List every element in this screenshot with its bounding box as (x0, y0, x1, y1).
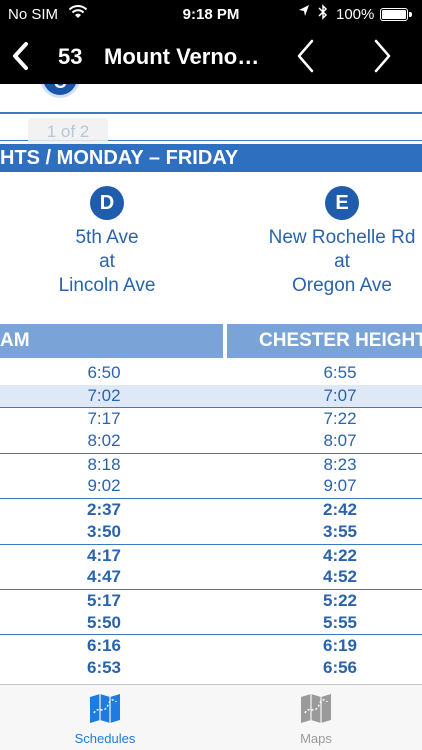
table-row: 5:17 5:22 (0, 588, 422, 612)
departure-time-d: 7:02 (87, 385, 121, 405)
stop-name-line: Oregon Ave (291, 275, 392, 296)
departure-time-d: 4:47 (86, 567, 122, 587)
table-row: 2:37 2:42 (0, 498, 422, 521)
route-title: Mount Verno… (104, 44, 260, 69)
table-row: 3:50 3:55 (0, 521, 422, 544)
stop-badge: E (325, 186, 359, 220)
departure-time-d: 4:17 (86, 545, 122, 565)
map-icon (299, 691, 333, 725)
next-page-button[interactable] (368, 38, 396, 74)
bluetooth-icon (318, 4, 328, 23)
table-row: 8:02 8:07 (0, 430, 422, 453)
status-bar: No SIM 9:18 PM 100% (0, 0, 422, 28)
column-header-right: CHESTER HEIGHTS (227, 324, 422, 358)
departure-time-d: 9:02 (87, 476, 121, 496)
departure-time-d: 6:53 (86, 657, 122, 677)
departure-time-d: 8:02 (87, 431, 121, 451)
stop-column-e: E New Rochelle Rd at Oregon Ave (262, 186, 422, 298)
schedule-content[interactable]: C 1 of 2 HTS / MONDAY – FRIDAY D 5th Ave… (0, 84, 422, 684)
previous-page-button[interactable] (292, 38, 320, 74)
table-row: 5:50 5:55 (0, 612, 422, 635)
table-row: 6:50 6:55 (0, 362, 422, 385)
time-table: 6:50 6:55 7:02 7:07 7:17 7:22 8:02 8:07 … (0, 362, 422, 680)
battery-percentage: 100% (336, 6, 375, 23)
stop-badge: D (90, 186, 124, 220)
table-row: 6:16 6:19 (0, 634, 422, 657)
navigation-bar: 53 Mount Verno… (0, 28, 422, 84)
departure-time-e: 7:22 (323, 409, 357, 429)
tab-bar: Schedules Maps (0, 684, 422, 750)
departure-time-e: 8:07 (323, 431, 357, 451)
table-row: 4:17 4:22 (0, 543, 422, 567)
departure-time-d: 7:17 (87, 409, 121, 429)
departure-time-e: 5:22 (322, 590, 358, 610)
departure-time-e: 3:55 (322, 521, 358, 541)
top-bar: No SIM 9:18 PM 100% 53 Mount Verno… (0, 0, 422, 84)
departure-time-e: 2:42 (322, 500, 358, 520)
stop-column-d: D 5th Ave at Lincoln Ave (32, 186, 182, 298)
battery-icon (380, 8, 412, 21)
departure-time-e: 6:19 (322, 636, 358, 656)
route-number: 53 (58, 44, 83, 69)
table-row: 6:53 6:56 (0, 657, 422, 680)
departure-time-d: 5:17 (86, 590, 122, 610)
stop-name-line: 5th Ave (75, 227, 139, 248)
departure-time-d: 5:50 (86, 612, 122, 632)
stop-name-line: New Rochelle Rd (268, 227, 416, 248)
departure-time-e: 9:07 (323, 476, 357, 496)
stop-badge-partial: C (40, 84, 80, 98)
departure-time-d: 2:37 (86, 500, 122, 520)
table-row: 7:02 7:07 (0, 384, 422, 408)
departure-time-e: 6:55 (323, 363, 357, 382)
map-icon (88, 691, 122, 725)
table-row: 4:47 4:52 (0, 566, 422, 589)
departure-time-e: 8:23 (323, 454, 357, 474)
table-row: 9:02 9:07 (0, 475, 422, 498)
departure-time-e: 4:52 (322, 567, 358, 587)
stop-name-line: at (334, 251, 350, 272)
departure-time-d: 6:50 (87, 363, 121, 382)
table-row: 7:17 7:22 (0, 407, 422, 430)
stop-name-line: Lincoln Ave (58, 275, 156, 296)
tab-schedules[interactable]: Schedules (45, 691, 165, 746)
tab-label: Maps (300, 731, 332, 746)
divider (0, 112, 422, 114)
schedule-heading: HTS / MONDAY – FRIDAY (0, 144, 422, 172)
page-indicator: 1 of 2 (28, 118, 108, 146)
departure-time-e: 5:55 (322, 612, 358, 632)
tab-label: Schedules (74, 731, 136, 746)
departure-time-e: 6:56 (322, 657, 358, 677)
column-header-left: AM (0, 324, 223, 358)
departure-time-d: 3:50 (86, 521, 122, 541)
departure-time-e: 7:07 (323, 385, 357, 405)
departure-time-e: 4:22 (322, 545, 358, 565)
table-row: 8:18 8:23 (0, 452, 422, 476)
departure-time-d: 8:18 (87, 454, 121, 474)
back-button[interactable] (8, 40, 36, 72)
location-arrow-icon (298, 4, 310, 21)
tab-maps[interactable]: Maps (256, 691, 376, 746)
stop-name-line: at (99, 251, 115, 272)
departure-time-d: 6:16 (86, 636, 122, 656)
stop-letter: C (43, 84, 77, 93)
